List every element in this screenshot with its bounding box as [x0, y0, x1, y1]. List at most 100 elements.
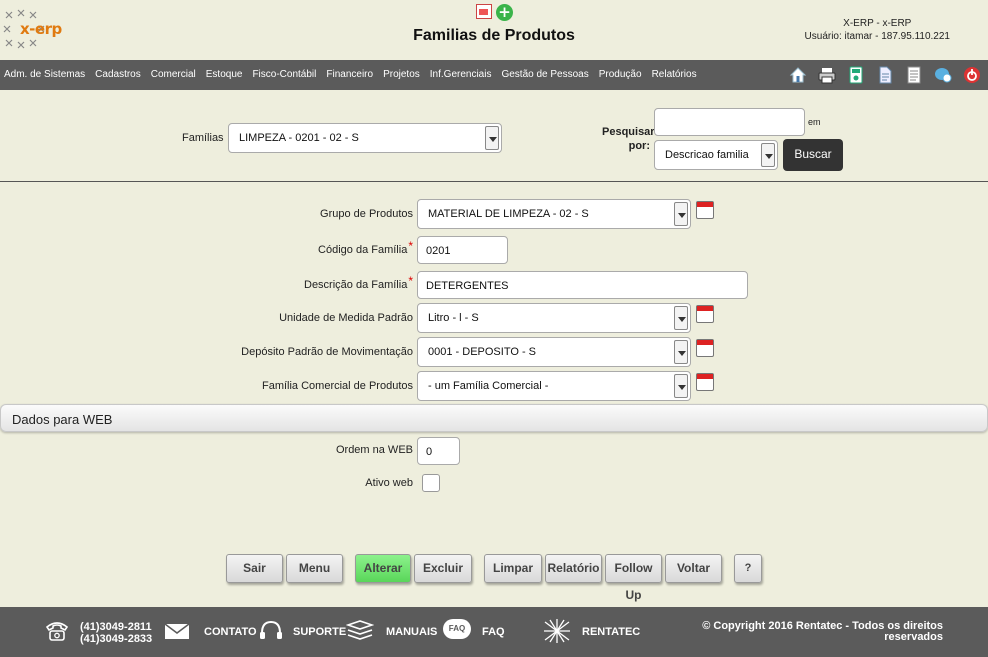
- calendar-icon[interactable]: [696, 339, 714, 357]
- deposito-select[interactable]: 0001 - DEPOSITO - S: [417, 337, 691, 367]
- menu-items: Adm. de Sistemas Cadastros Comercial Est…: [4, 69, 697, 80]
- comercial-select-value: - um Família Comercial -: [428, 380, 549, 392]
- menu-estoque[interactable]: Estoque: [206, 69, 243, 80]
- web-section-header[interactable]: Dados para WEB: [0, 404, 988, 432]
- followup-button[interactable]: Follow Up: [605, 554, 662, 602]
- phone-numbers: (41)3049-2811 (41)3049-2833: [80, 621, 152, 645]
- chevron-down-icon[interactable]: [674, 202, 688, 226]
- search-field-select[interactable]: Descricao familia: [654, 140, 778, 170]
- alterar-button[interactable]: Alterar: [355, 554, 411, 583]
- unidade-label: Unidade de Medida Padrão: [279, 312, 413, 324]
- grupo-label: Grupo de Produtos: [320, 208, 413, 220]
- buscar-button[interactable]: Buscar: [783, 139, 843, 171]
- menu-comercial[interactable]: Comercial: [151, 69, 196, 80]
- menu-relatorios[interactable]: Relatórios: [652, 69, 697, 80]
- add-icon[interactable]: +: [496, 4, 513, 21]
- envelope-icon[interactable]: [164, 623, 190, 640]
- manuais-link[interactable]: MANUAIS: [386, 626, 437, 638]
- header: x-erp + Familias de Produtos X-ERP - x-E…: [0, 0, 988, 60]
- required-mark: *: [408, 239, 413, 253]
- menu-projetos[interactable]: Projetos: [383, 69, 420, 80]
- chat-support-icon[interactable]: [933, 65, 953, 85]
- comercial-select[interactable]: - um Família Comercial -: [417, 371, 691, 401]
- menu-financeiro[interactable]: Financeiro: [326, 69, 373, 80]
- home-icon[interactable]: [788, 65, 808, 85]
- system-name: X-ERP - x-ERP: [843, 18, 912, 29]
- sair-button[interactable]: Sair: [226, 554, 283, 583]
- ordem-label: Ordem na WEB: [335, 444, 413, 456]
- codigo-input[interactable]: 0201: [417, 236, 508, 264]
- menu-producao[interactable]: Produção: [599, 69, 642, 80]
- notes-icon[interactable]: [904, 65, 924, 85]
- grupo-select[interactable]: MATERIAL DE LIMPEZA - 02 - S: [417, 199, 691, 229]
- chevron-down-icon[interactable]: [674, 340, 688, 364]
- deposito-label: Depósito Padrão de Movimentação: [241, 346, 413, 358]
- manuals-stack-icon[interactable]: [346, 620, 374, 642]
- phone-1: (41)3049-2811: [80, 621, 152, 633]
- pesquisar-label-line2: por:: [628, 140, 650, 152]
- session-info: X-ERP - x-ERP Usuário: itamar - 187.95.1…: [805, 17, 950, 43]
- report-icon[interactable]: [476, 4, 492, 19]
- unidade-select-value: Litro - l - S: [428, 312, 479, 324]
- relatorio-button[interactable]: Relatório: [545, 554, 602, 583]
- toolbar-icons: [788, 65, 982, 85]
- deposito-select-value: 0001 - DEPOSITO - S: [428, 346, 537, 358]
- unidade-select[interactable]: Litro - l - S: [417, 303, 691, 333]
- familias-select[interactable]: LIMPEZA - 0201 - 02 - S: [228, 123, 502, 153]
- web-section-title: Dados para WEB: [12, 412, 113, 427]
- faq-badge-text: FAQ: [448, 624, 466, 633]
- header-icons: +: [476, 4, 513, 21]
- help-button[interactable]: ?: [734, 554, 762, 583]
- chevron-down-icon[interactable]: [485, 126, 499, 150]
- familias-label: Famílias: [182, 132, 224, 144]
- copyright-line2: reservados: [884, 631, 943, 643]
- menu-adm-sistemas[interactable]: Adm. de Sistemas: [4, 69, 85, 80]
- pesquisar-label-line1: Pesquisar: [602, 126, 655, 138]
- grupo-select-value: MATERIAL DE LIMPEZA - 02 - S: [428, 208, 589, 220]
- printer-icon[interactable]: [817, 65, 837, 85]
- ativo-label: Ativo web: [365, 477, 413, 489]
- limpar-button[interactable]: Limpar: [484, 554, 542, 583]
- rentatec-link[interactable]: RENTATEC: [582, 626, 640, 638]
- suporte-link[interactable]: SUPORTE: [293, 626, 346, 638]
- ativo-checkbox[interactable]: [422, 474, 440, 492]
- menu-button[interactable]: Menu: [286, 554, 343, 583]
- chevron-down-icon[interactable]: [674, 306, 688, 330]
- descricao-label: Descrição da Família*: [304, 274, 413, 291]
- copyright: © Copyright 2016 Rentatec - Todos os dir…: [702, 621, 943, 643]
- required-mark: *: [408, 274, 413, 288]
- document-icon[interactable]: [875, 65, 895, 85]
- comercial-label: Família Comercial de Produtos: [261, 380, 413, 392]
- descricao-input[interactable]: DETERGENTES: [417, 271, 748, 299]
- rentatec-logo-icon[interactable]: [542, 617, 572, 645]
- em-label: em: [808, 117, 821, 127]
- ordem-input[interactable]: 0: [417, 437, 460, 465]
- search-input[interactable]: [654, 108, 805, 136]
- voltar-button[interactable]: Voltar: [665, 554, 722, 583]
- faq-bubble-icon[interactable]: FAQ: [443, 619, 471, 639]
- codigo-label-text: Código da Família: [318, 244, 408, 256]
- chevron-down-icon[interactable]: [674, 374, 688, 398]
- menu-fisco-contabil[interactable]: Fisco-Contábil: [252, 69, 316, 80]
- faq-link[interactable]: FAQ: [482, 626, 505, 638]
- logout-icon[interactable]: [962, 65, 982, 85]
- pesquisar-label: Pesquisar por:: [602, 125, 655, 153]
- headset-icon[interactable]: [258, 619, 284, 643]
- phone-icon: [45, 622, 69, 641]
- main-menu-bar: Adm. de Sistemas Cadastros Comercial Est…: [0, 60, 988, 90]
- calculator-icon[interactable]: [846, 65, 866, 85]
- contato-link[interactable]: CONTATO: [204, 626, 257, 638]
- calendar-icon[interactable]: [696, 201, 714, 219]
- codigo-label: Código da Família*: [318, 239, 413, 256]
- user-info: Usuário: itamar - 187.95.110.221: [804, 31, 950, 42]
- search-field-value: Descricao familia: [665, 149, 749, 161]
- excluir-button[interactable]: Excluir: [414, 554, 472, 583]
- menu-gestao-pessoas[interactable]: Gestão de Pessoas: [501, 69, 588, 80]
- menu-cadastros[interactable]: Cadastros: [95, 69, 141, 80]
- chevron-down-icon[interactable]: [761, 143, 775, 167]
- calendar-icon[interactable]: [696, 373, 714, 391]
- calendar-icon[interactable]: [696, 305, 714, 323]
- menu-inf-gerenciais[interactable]: Inf.Gerenciais: [430, 69, 492, 80]
- footer: (41)3049-2811 (41)3049-2833 CONTATO SUPO…: [0, 607, 988, 657]
- divider: [0, 181, 988, 182]
